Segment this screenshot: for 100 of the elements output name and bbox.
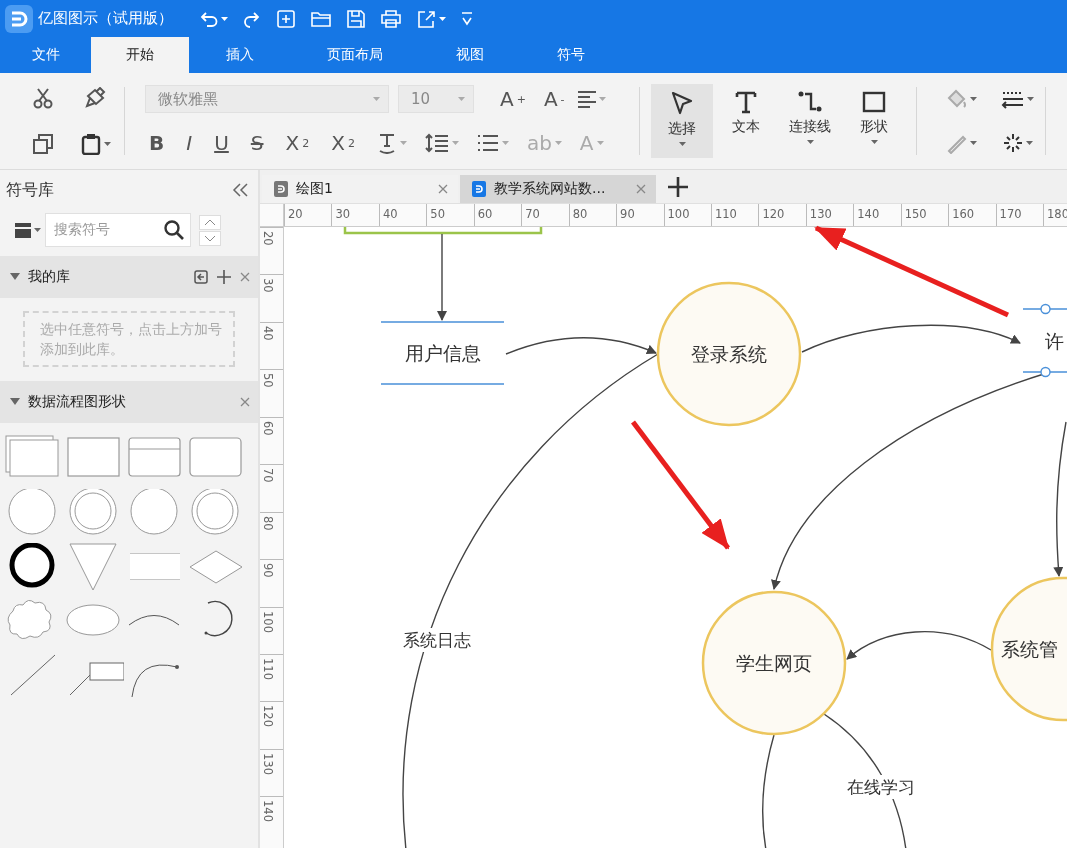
caret-icon [806, 140, 814, 144]
caret-icon [1026, 97, 1034, 101]
ruler-label: 120 [762, 207, 785, 221]
superscript-button[interactable]: X$^{2}$ [281, 129, 314, 157]
text-icon [735, 90, 757, 114]
line-spacing-icon[interactable] [424, 132, 449, 154]
ruler-label: 90 [261, 563, 275, 578]
print-icon[interactable] [380, 8, 402, 29]
line-style-icon[interactable] [1000, 89, 1025, 109]
ruler-label: 40 [261, 325, 275, 341]
new-page-icon[interactable] [276, 8, 296, 29]
export-icon[interactable] [416, 8, 436, 29]
expanded-triangle-icon[interactable] [10, 397, 20, 407]
ruler-label: 30 [335, 207, 351, 221]
ruler-label: 50 [430, 207, 445, 221]
ruler-label: 90 [620, 207, 635, 221]
ruler-label: 160 [952, 207, 975, 221]
strike-button[interactable]: S [246, 129, 268, 157]
collapse-icon[interactable] [232, 183, 248, 197]
increase-font-button[interactable]: A$^{+}$ [496, 85, 530, 113]
caret-icon [373, 97, 380, 101]
caret-icon [554, 141, 562, 145]
ruler-label: 80 [572, 207, 588, 221]
ruler-label: 150 [904, 207, 927, 221]
ruler-label: 170 [999, 207, 1022, 221]
ruler-label: 130 [261, 752, 275, 775]
caret-icon [596, 141, 604, 145]
expanded-triangle-icon[interactable] [10, 272, 20, 282]
close-icon[interactable] [240, 397, 250, 407]
caret-icon [969, 97, 977, 101]
process-label: 登录系统 [691, 343, 767, 365]
paint-bucket-icon[interactable] [945, 88, 968, 110]
caret-icon [34, 228, 41, 232]
underline-button[interactable]: U [210, 129, 233, 157]
caret-icon [969, 141, 977, 145]
app-logo-icon [5, 4, 33, 33]
document-icon [274, 181, 288, 197]
selection-handle[interactable] [1040, 303, 1051, 315]
library-tray-icon[interactable] [14, 222, 32, 238]
caret-icon [458, 97, 465, 101]
menu-tab[interactable]: 开始 [91, 37, 189, 73]
process-label: 系统管 [1001, 638, 1058, 660]
pointer-icon [670, 90, 694, 116]
format-painter-icon[interactable] [84, 87, 106, 109]
ruler-label: 140 [857, 207, 880, 221]
caret-icon [451, 141, 459, 145]
ruler-label: 60 [477, 207, 493, 221]
caret-icon [598, 97, 606, 101]
process-label: 学生网页 [736, 652, 812, 674]
selection-handle[interactable] [1040, 366, 1051, 378]
caret-icon [678, 142, 686, 146]
ruler-label: 70 [525, 207, 540, 221]
ruler-label: 50 [261, 373, 275, 388]
caret-icon [221, 16, 228, 21]
ruler-label: 80 [261, 515, 275, 531]
italic-button[interactable]: I [182, 129, 197, 157]
menu-tab[interactable]: 符号 [521, 37, 621, 73]
sparkle-icon[interactable] [1001, 132, 1024, 154]
ruler-label: 100 [261, 610, 275, 633]
clipboard-icon[interactable] [79, 133, 102, 155]
save-icon[interactable] [346, 8, 366, 29]
scissors-icon[interactable] [32, 87, 54, 109]
caret-icon [103, 142, 111, 146]
close-icon[interactable] [636, 184, 646, 194]
text-tool-button[interactable]: 文本 [715, 84, 777, 158]
caret-icon [439, 16, 446, 21]
ruler-label: 40 [382, 207, 398, 221]
align-icon[interactable] [576, 90, 597, 108]
menu-tab[interactable]: 文件 [0, 37, 91, 73]
decrease-font-button[interactable]: A$^{-}$ [539, 85, 569, 113]
bold-button[interactable]: B [145, 129, 169, 157]
ruler-label: 70 [261, 468, 275, 483]
data-store-label: 用户信息 [404, 342, 481, 364]
copy-icon[interactable] [32, 133, 54, 155]
caret-icon [1025, 141, 1033, 145]
new-tab-icon[interactable] [666, 174, 690, 199]
scroll-down-icon[interactable] [199, 230, 221, 246]
caret-icon [399, 141, 407, 145]
ruler-label: 110 [261, 657, 275, 680]
ruler-label: 100 [667, 207, 690, 221]
scroll-up-icon[interactable] [199, 214, 221, 230]
add-icon[interactable] [216, 269, 232, 285]
ruler-label: 120 [261, 705, 275, 728]
close-icon[interactable] [240, 272, 250, 282]
document-icon [472, 181, 486, 197]
menu-tab[interactable]: 插入 [189, 37, 291, 73]
import-icon[interactable] [194, 270, 208, 284]
select-tool-button[interactable]: 选择 [651, 84, 713, 158]
connector-tool-button[interactable]: 连接线 [779, 84, 841, 158]
ruler-label: 60 [261, 420, 275, 436]
ruler-label: 140 [261, 800, 275, 823]
close-icon[interactable] [438, 184, 448, 194]
shape-tool-button[interactable]: 形状 [843, 84, 905, 158]
ruler-label: 30 [261, 278, 275, 294]
bullet-list-icon[interactable] [476, 133, 499, 153]
document-tab[interactable]: 教学系统网站数... [460, 175, 656, 203]
menu-tab[interactable]: 视图 [419, 37, 521, 73]
caret-icon [870, 140, 878, 144]
menu-tab[interactable]: 页面布局 [291, 37, 419, 73]
ruler-label: 20 [261, 231, 275, 246]
